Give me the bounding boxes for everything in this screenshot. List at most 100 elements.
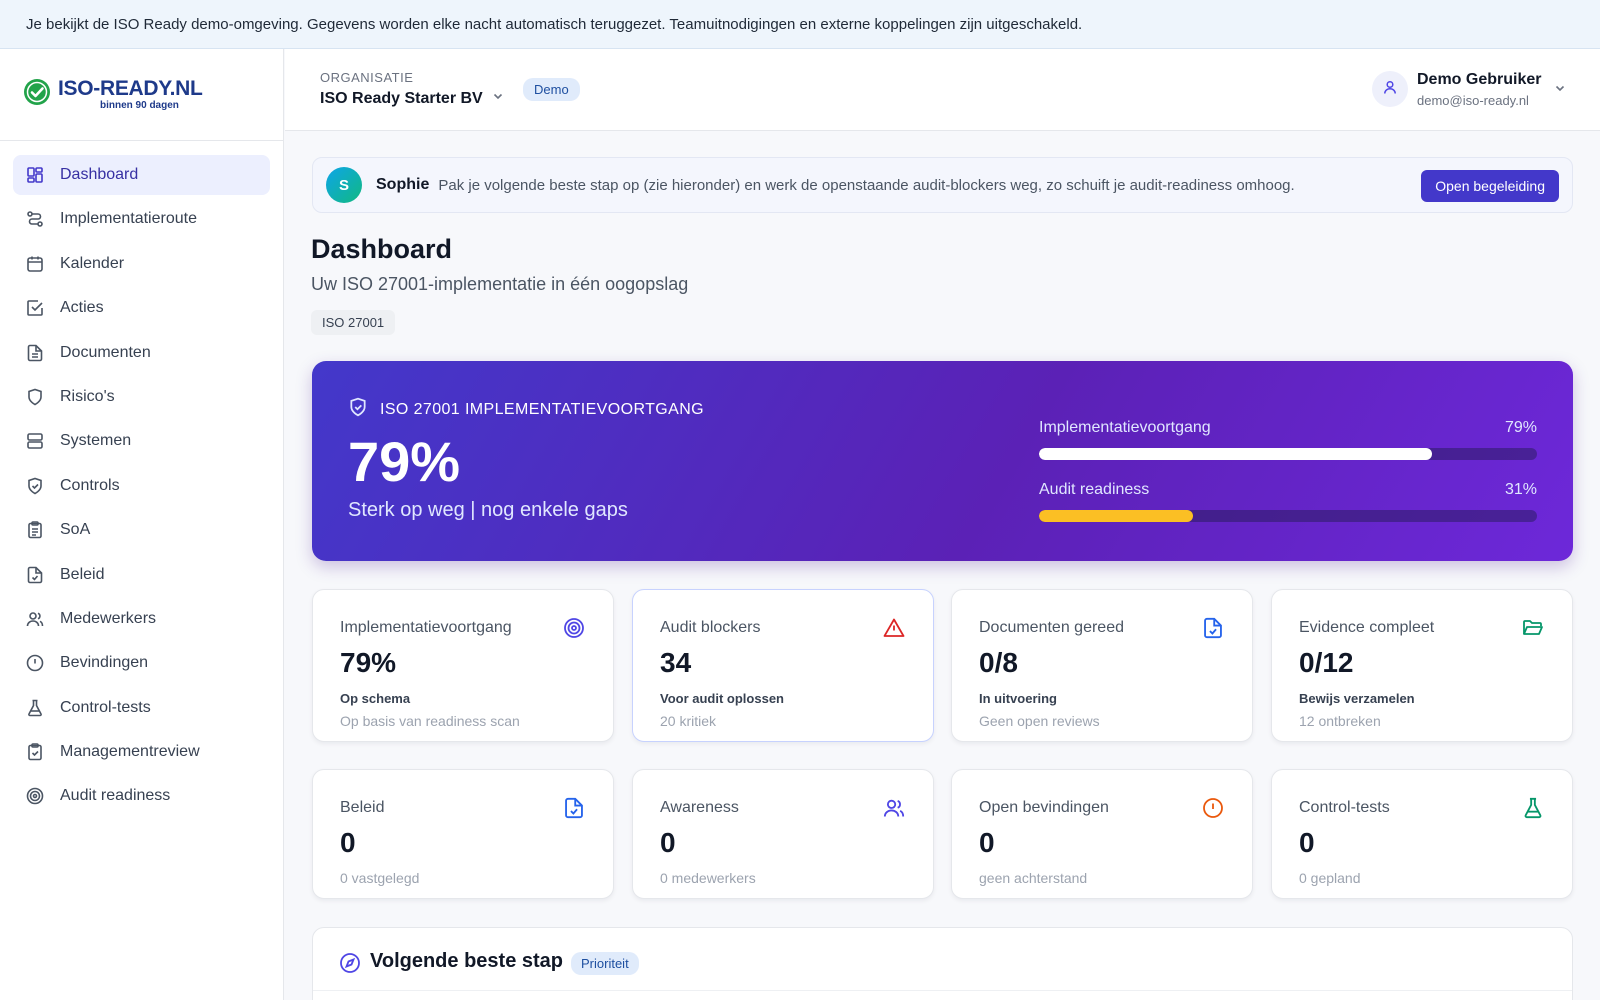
file-check-icon (562, 796, 586, 820)
dashboard-icon (26, 166, 44, 184)
next-best-step-title: Volgende beste stap (370, 950, 564, 972)
card-value: 0 (1299, 827, 1315, 858)
card-status: Voor audit oplossen (660, 691, 784, 706)
sidebar-item-audit-readiness[interactable]: Audit readiness (13, 776, 270, 816)
page-title: Dashboard (311, 234, 453, 264)
sidebar-item-label: Documenten (60, 343, 151, 361)
bar-track (1039, 448, 1537, 460)
card-title: Evidence compleet (1299, 619, 1435, 636)
user-avatar[interactable] (1372, 71, 1408, 107)
org-label: ORGANISATIE (320, 70, 414, 85)
sidebar-item-beleid[interactable]: Beleid (13, 555, 270, 595)
page-subtitle: Uw ISO 27001-implementatie in één oogops… (311, 274, 689, 294)
card-status: In uitvoering (979, 691, 1057, 706)
sidebar-item-dashboard[interactable]: Dashboard (13, 155, 270, 195)
sidebar-item-implementatieroute[interactable]: Implementatieroute (13, 199, 270, 239)
sidebar-item-label: Bevindingen (60, 654, 149, 672)
card-value: 0 (340, 827, 356, 858)
card-value: 34 (660, 647, 692, 678)
card-status: Op schema (340, 691, 411, 706)
sidebar-item-label: Medewerkers (60, 609, 157, 627)
sidebar-item-kalender[interactable]: Kalender (13, 244, 270, 284)
checkbox-icon (26, 299, 44, 317)
sidebar-item-label: Risico's (60, 387, 115, 405)
org-switcher[interactable]: ISO Ready Starter BV (320, 89, 505, 108)
sidebar-item-bevindingen[interactable]: Bevindingen (13, 643, 270, 683)
logo-check-icon (22, 77, 52, 112)
stat-card-open-bevindingen[interactable]: Open bevindingen 0 geen achterstand (951, 769, 1253, 899)
logo[interactable]: ISO-READY.NL binnen 90 dagen (0, 49, 283, 141)
user-icon (1382, 79, 1398, 100)
card-title: Open bevindingen (979, 799, 1109, 816)
hero-percent: 79% (348, 430, 461, 493)
card-title: Control-tests (1299, 799, 1390, 816)
card-note: geen achterstand (979, 870, 1088, 886)
sidebar-item-soa[interactable]: SoA (13, 510, 270, 550)
sidebar-item-managementreview[interactable]: Managementreview (13, 732, 270, 772)
target-icon (26, 787, 44, 805)
card-value: 0/8 (979, 647, 1018, 678)
shield-icon (26, 388, 44, 406)
assistant-banner: S Sophie Pak je volgende beste stap op (… (312, 157, 1573, 213)
sidebar-item-systemen[interactable]: Systemen (13, 421, 270, 461)
sidebar-item-acties[interactable]: Acties (13, 288, 270, 328)
card-note: 0 medewerkers (660, 870, 756, 886)
stat-card-control-tests[interactable]: Control-tests 0 0 gepland (1271, 769, 1573, 899)
audit-readiness-bar: Audit readiness 31% (1039, 481, 1537, 522)
card-value: 0 (660, 827, 676, 858)
sidebar-item-risicos[interactable]: Risico's (13, 377, 270, 417)
card-title: Beleid (340, 799, 385, 816)
alert-triangle-icon (882, 616, 906, 640)
bar-value: 31% (1504, 481, 1537, 498)
sidebar-item-documenten[interactable]: Documenten (13, 333, 270, 373)
shield-check-icon (26, 477, 44, 495)
stat-card-evidence-compleet[interactable]: Evidence compleet 0/12 Bewijs verzamelen… (1271, 589, 1573, 742)
sidebar-item-label: Audit readiness (60, 787, 171, 805)
alert-circle-icon (1201, 796, 1225, 820)
stat-card-audit-blockers[interactable]: Audit blockers 34 Voor audit oplossen 20… (632, 589, 934, 742)
sidebar: ISO-READY.NL binnen 90 dagen Dashboard I… (0, 49, 284, 1000)
user-menu-chevron-icon[interactable] (1553, 81, 1567, 100)
stat-card-awareness[interactable]: Awareness 0 0 medewerkers (632, 769, 934, 899)
sidebar-item-medewerkers[interactable]: Medewerkers (13, 599, 270, 639)
open-guidance-button[interactable]: Open begeleiding (1421, 170, 1559, 202)
logo-text: ISO-READY.NL (58, 77, 203, 100)
card-value: 0/12 (1299, 647, 1354, 678)
implementation-progress-hero: ISO 27001 IMPLEMENTATIEVOORTGANG 79% Ste… (312, 361, 1573, 561)
document-icon (26, 344, 44, 362)
priority-badge: Prioriteit (571, 952, 639, 975)
logo-tagline: binnen 90 dagen (100, 100, 179, 111)
hero-subtitle: Sterk op weg | nog enkele gaps (348, 499, 628, 521)
clipboard-list-icon (26, 521, 44, 539)
assistant-avatar: S (326, 167, 362, 203)
card-title: Awareness (660, 799, 739, 816)
bar-value: 79% (1504, 419, 1537, 436)
bar-fill (1039, 448, 1433, 460)
sidebar-item-controls[interactable]: Controls (13, 466, 270, 506)
target-icon (562, 616, 586, 640)
shield-check-icon (348, 397, 368, 422)
sidebar-item-label: Dashboard (60, 166, 139, 183)
demo-banner-text: Je bekijkt de ISO Ready demo-omgeving. G… (26, 15, 1083, 33)
user-name[interactable]: Demo Gebruiker (1417, 71, 1541, 89)
sidebar-item-label: Acties (60, 299, 104, 317)
alert-circle-icon (26, 654, 44, 672)
users-icon (26, 610, 44, 628)
bar-label: Implementatievoortgang (1039, 419, 1211, 436)
stat-card-documenten-gereed[interactable]: Documenten gereed 0/8 In uitvoering Geen… (951, 589, 1253, 742)
calendar-icon (26, 255, 44, 273)
compass-icon (339, 952, 361, 979)
clipboard-check-icon (26, 743, 44, 761)
stat-card-beleid[interactable]: Beleid 0 0 vastgelegd (312, 769, 614, 899)
assistant-message: Pak je volgende beste stap op (zie hiero… (438, 176, 1295, 194)
sidebar-item-label: SoA (60, 521, 91, 539)
sidebar-nav: Dashboard Implementatieroute Kalender Ac… (0, 141, 283, 835)
sidebar-item-label: Managementreview (60, 743, 200, 761)
file-check-icon (1201, 616, 1225, 640)
users-icon (882, 796, 906, 820)
card-title: Documenten gereed (979, 619, 1124, 636)
sidebar-item-control-tests[interactable]: Control-tests (13, 688, 270, 728)
sidebar-item-label: Control-tests (60, 698, 151, 716)
stat-card-implementatievoortgang[interactable]: Implementatievoortgang 79% Op schema Op … (312, 589, 614, 742)
demo-badge: Demo (523, 78, 580, 101)
